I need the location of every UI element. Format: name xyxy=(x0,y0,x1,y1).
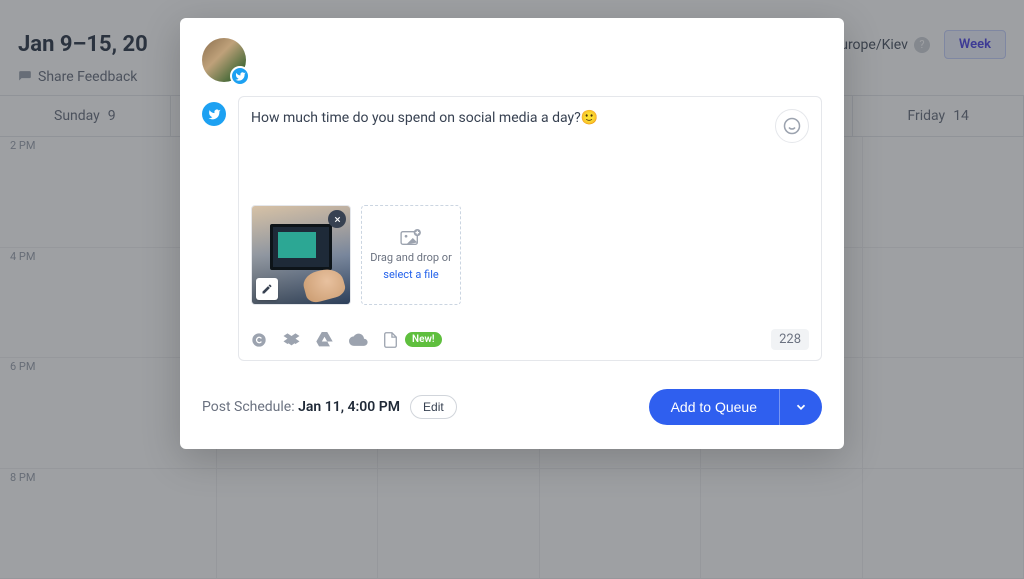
account-avatar[interactable] xyxy=(202,38,246,82)
post-text-input[interactable]: How much time do you spend on social med… xyxy=(251,109,765,129)
remove-media-button[interactable] xyxy=(328,210,346,228)
twitter-channel-icon[interactable] xyxy=(202,102,226,126)
smile-icon xyxy=(783,117,801,135)
google-drive-source-icon[interactable] xyxy=(316,332,333,347)
edit-media-button[interactable] xyxy=(256,278,278,300)
chevron-down-icon xyxy=(794,400,808,414)
emoji-picker-button[interactable] xyxy=(775,109,809,143)
add-to-queue-dropdown[interactable] xyxy=(779,389,822,425)
file-source-icon[interactable] xyxy=(384,332,397,348)
twitter-badge-icon xyxy=(230,66,250,86)
add-to-queue-button[interactable]: Add to Queue xyxy=(649,389,779,425)
compose-box: How much time do you spend on social med… xyxy=(238,96,822,361)
media-dropzone[interactable]: Drag and drop or select a file xyxy=(361,205,461,305)
character-count: 228 xyxy=(771,329,809,350)
dropbox-source-icon[interactable] xyxy=(283,332,300,348)
image-add-icon xyxy=(400,229,422,247)
new-badge: New! xyxy=(405,332,442,347)
select-file-link[interactable]: select a file xyxy=(383,268,438,281)
onedrive-source-icon[interactable] xyxy=(349,333,368,346)
post-composer-modal: How much time do you spend on social med… xyxy=(180,18,844,449)
dropzone-text: Drag and drop or xyxy=(370,251,452,264)
close-icon xyxy=(333,215,342,224)
canva-source-icon[interactable] xyxy=(251,332,267,348)
edit-schedule-button[interactable]: Edit xyxy=(410,395,457,419)
media-thumbnail[interactable] xyxy=(251,205,351,305)
schedule-label: Post Schedule: xyxy=(202,399,295,415)
schedule-time: Jan 11, 4:00 PM xyxy=(298,399,400,415)
pencil-icon xyxy=(261,283,273,295)
